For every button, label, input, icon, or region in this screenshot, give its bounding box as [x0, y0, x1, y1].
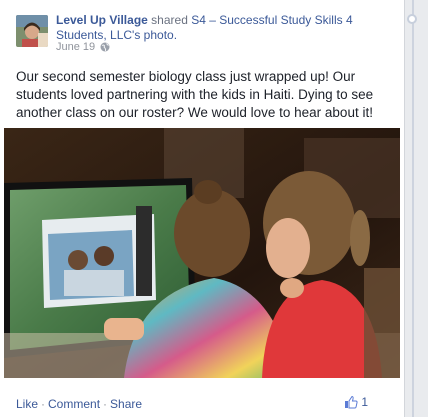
- post-date[interactable]: June 19: [56, 41, 95, 53]
- action-separator: ·: [103, 397, 108, 411]
- share-link[interactable]: Share: [110, 397, 142, 411]
- likes-summary[interactable]: 1: [344, 395, 368, 409]
- page-name-link[interactable]: Level Up Village: [56, 13, 148, 27]
- page-avatar[interactable]: [16, 15, 48, 47]
- post-card: Level Up Village shared S4 – Successful …: [0, 0, 405, 417]
- likes-count: 1: [361, 395, 368, 409]
- timeline-line: [412, 0, 414, 417]
- post-header: Level Up Village shared S4 – Successful …: [56, 13, 386, 43]
- timeline-dot: [407, 14, 417, 24]
- thumbs-up-icon: [345, 395, 358, 409]
- like-link[interactable]: Like: [16, 397, 38, 411]
- post-photo[interactable]: [4, 128, 400, 378]
- post-date-row: June 19: [56, 41, 110, 53]
- globe-icon[interactable]: [100, 42, 110, 52]
- post-message: Our second semester biology class just w…: [16, 69, 374, 120]
- comment-link[interactable]: Comment: [48, 397, 100, 411]
- post-actions: Like · Comment · Share: [16, 397, 142, 411]
- action-separator: ·: [41, 397, 46, 411]
- shared-word: shared: [151, 13, 188, 27]
- timeline-rail: [405, 0, 428, 417]
